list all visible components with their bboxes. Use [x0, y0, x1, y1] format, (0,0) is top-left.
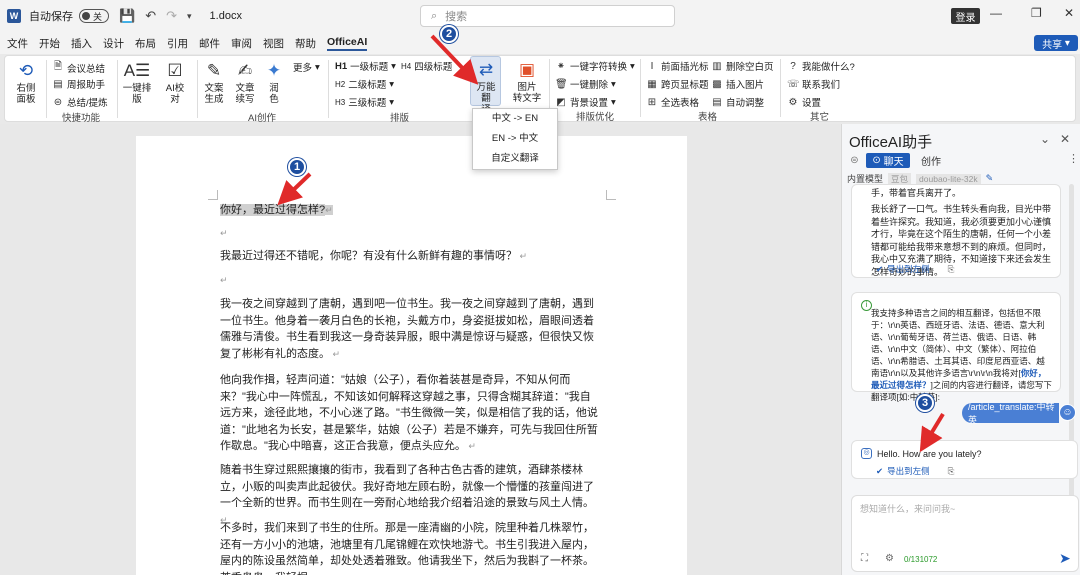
- step-badge-3: 3: [916, 394, 934, 412]
- step-badge-1: 1: [288, 158, 306, 176]
- arrow-1: [277, 172, 312, 206]
- annotation-arrows: [277, 34, 945, 453]
- arrow-3: [919, 412, 945, 453]
- step-badge-2: 2: [440, 25, 458, 43]
